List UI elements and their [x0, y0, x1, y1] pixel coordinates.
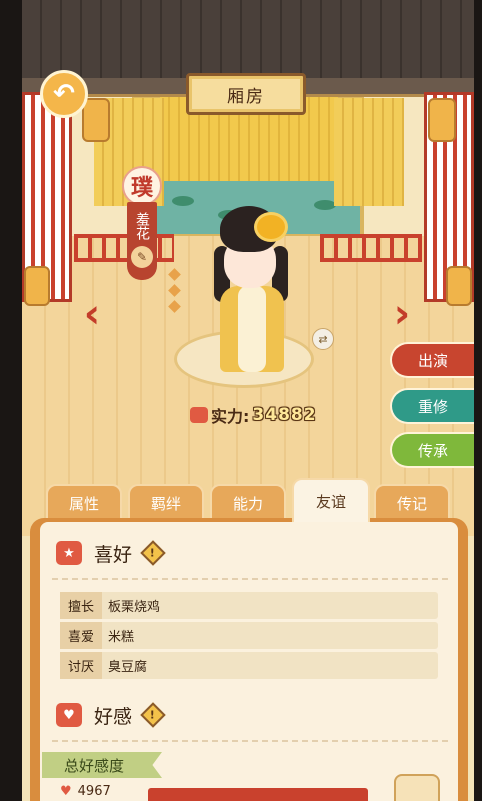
heart-ribbon-icon: ♥	[56, 703, 82, 727]
preference-row: 擅长 板栗烧鸡	[60, 592, 438, 619]
lily-pad	[314, 200, 336, 210]
favor-header: ♥ 好感 !	[56, 700, 166, 730]
swap-icon[interactable]: ⇄	[312, 328, 334, 350]
back-arrow-icon: ↶	[53, 79, 75, 109]
retrain-button[interactable]: 重修	[390, 388, 474, 424]
character-badge: 璞	[122, 166, 162, 206]
info-icon[interactable]: !	[140, 702, 166, 728]
character-name-ribbon: 羞花 ✎	[127, 202, 157, 280]
tab-friendship[interactable]: 友谊	[292, 478, 370, 522]
power-label: 实力:	[211, 407, 250, 426]
power-display: 实力: 34882	[190, 402, 317, 428]
preferences-header: ★ 喜好 !	[56, 538, 166, 568]
inherit-button[interactable]: 传承	[390, 432, 474, 468]
favor-title: 好感	[94, 705, 133, 728]
brush-icon[interactable]: ✎	[131, 246, 153, 268]
tab-abilities[interactable]: 能力	[210, 484, 286, 520]
total-favor-tag: 总好感度	[42, 752, 162, 778]
character-name-tag: 璞 羞花 ✎	[122, 166, 162, 280]
chevron-right-icon: ›	[393, 291, 411, 337]
preference-row: 讨厌 臭豆腐	[60, 652, 438, 679]
tab-attributes[interactable]: 属性	[46, 484, 122, 520]
favor-value-row: ♥ 4967	[60, 784, 111, 799]
perform-button[interactable]: 出演	[390, 342, 474, 378]
star-ribbon-icon: ★	[56, 541, 82, 565]
preference-value: 臭豆腐	[108, 660, 148, 675]
lantern-icon	[428, 98, 456, 142]
character-sprite[interactable]	[206, 206, 302, 376]
game-screen: ↶ 厢房 璞 羞花 ✎ ‹ › ⇄ 实力: 34882 出演 重修 传承 属性	[22, 0, 474, 801]
preference-value: 板栗烧鸡	[108, 600, 161, 615]
back-button[interactable]: ↶	[40, 70, 88, 118]
page-title: 厢房	[186, 73, 306, 115]
lamp-icon	[24, 266, 50, 306]
tab-bonds[interactable]: 羁绊	[128, 484, 204, 520]
gift-button[interactable]	[394, 774, 440, 801]
character-name: 羞花	[134, 212, 150, 240]
preference-label: 喜爱	[60, 622, 102, 649]
preference-value: 米糕	[108, 630, 135, 645]
preference-label: 擅长	[60, 592, 102, 619]
lamp-icon	[446, 266, 472, 306]
favor-value: 4967	[77, 784, 111, 799]
section-divider	[52, 740, 448, 742]
prev-character-button[interactable]: ‹	[74, 291, 110, 337]
preference-row: 喜爱 米糕	[60, 622, 438, 649]
fist-icon	[190, 407, 208, 423]
heart-icon: ♥	[60, 784, 72, 799]
next-character-button[interactable]: ›	[384, 291, 420, 337]
tab-biography[interactable]: 传记	[374, 484, 450, 520]
preference-label: 讨厌	[60, 652, 102, 679]
section-divider	[52, 578, 448, 580]
bamboo-blind-right	[334, 98, 404, 206]
favor-progress-bar	[148, 788, 368, 801]
power-value: 34882	[252, 405, 317, 425]
app-stage: ↶ 厢房 璞 羞花 ✎ ‹ › ⇄ 实力: 34882 出演 重修 传承 属性	[0, 0, 482, 801]
preferences-title: 喜好	[94, 543, 133, 566]
lily-pad	[172, 196, 194, 206]
info-icon[interactable]: !	[140, 540, 166, 566]
chevron-left-icon: ‹	[83, 291, 101, 337]
hair-flower-icon	[254, 212, 288, 242]
lantern-icon	[82, 98, 110, 142]
dress-inner	[238, 286, 266, 372]
railing-right	[320, 234, 422, 262]
